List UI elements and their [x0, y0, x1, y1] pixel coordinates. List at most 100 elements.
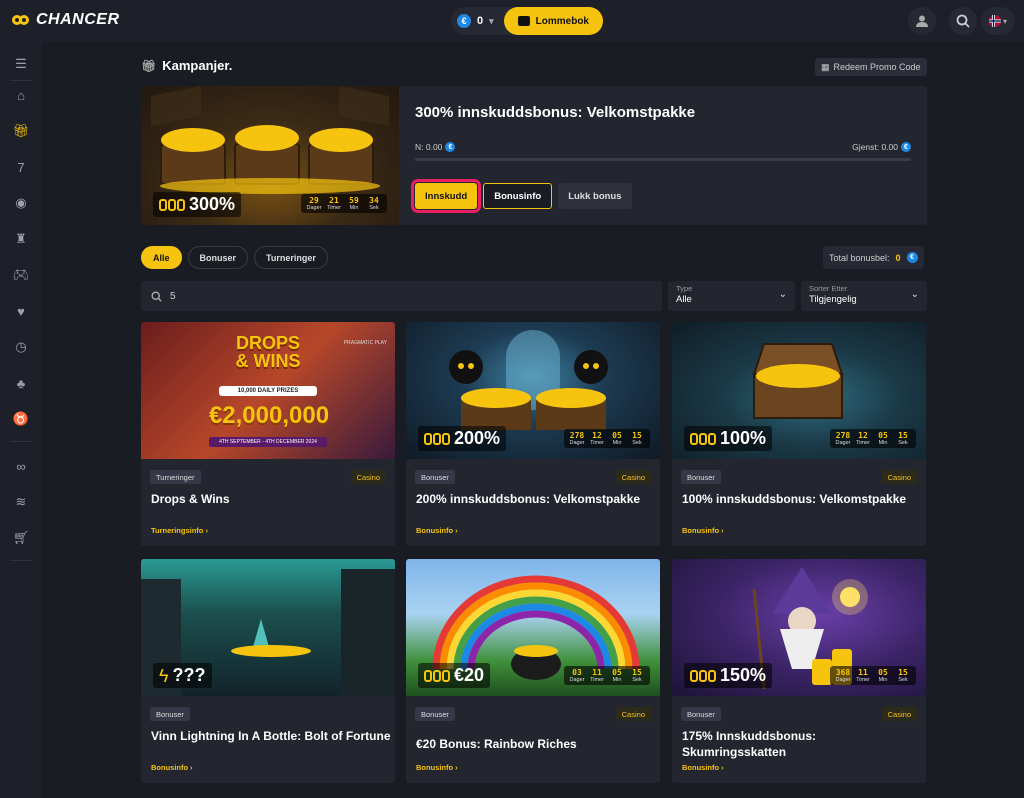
search-field[interactable]: 5 — [141, 281, 662, 311]
promotion-card[interactable]: 150% 368 Dager 11 Timer 05 Min 15 Sek Bonuser Casi… — [672, 559, 926, 783]
bonus-badge: 200% — [418, 426, 507, 451]
promotion-image[interactable]: €20 03 Dager 11 Timer 05 Min 15 Sek — [406, 559, 660, 696]
trophy-icon[interactable]: ♉ — [13, 411, 29, 427]
promotion-title: €20 Bonus: Rainbow Riches — [416, 737, 577, 751]
badge-value: 200% — [454, 428, 501, 448]
timer-label: Timer — [590, 677, 604, 683]
euro-coin-icon: € — [445, 142, 456, 152]
euro-coin-icon: € — [906, 252, 918, 263]
timer-label: Min — [612, 677, 622, 683]
timer-unit: 12 Timer — [854, 431, 872, 446]
promotion-card[interactable]: ϟ??? Bonuser Vinn Lightning In A Bottle: B… — [141, 559, 395, 783]
divider — [10, 80, 32, 81]
promotion-info-link[interactable]: Bonusinfo › — [151, 763, 193, 772]
tab-alle[interactable]: Alle — [141, 246, 182, 269]
table-games-icon[interactable]: ♜ — [13, 231, 29, 247]
filter-tabs: Alle Bonuser Turneringer — [141, 246, 328, 269]
total-value: 0 — [895, 252, 901, 263]
link-icon[interactable]: ∞ — [13, 458, 29, 474]
close-bonus-button[interactable]: Lukk bonus — [558, 183, 632, 209]
search-icon — [151, 290, 162, 302]
timer-value: 05 — [878, 431, 888, 440]
art-prize: €2,000,000 — [208, 402, 330, 429]
promotion-info-link[interactable]: Turneringsinfo › — [151, 526, 208, 535]
wallet-button[interactable]: Lommebok — [503, 7, 603, 35]
promotion-image[interactable]: DROPS & WINS 10,000 DAILY PRIZES €2,000,000… — [141, 322, 395, 459]
promotion-image[interactable]: 100% 278 Dager 12 Timer 05 Min 15 Sek — [672, 322, 926, 459]
language-selector[interactable]: ▾ — [981, 7, 1015, 35]
gamepad-icon[interactable]: 🎮︎ — [13, 267, 30, 283]
cart-icon[interactable]: 🛒︎ — [13, 530, 30, 546]
brand-name: CHANCER — [36, 11, 120, 28]
promotion-card[interactable]: 100% 278 Dager 12 Timer 05 Min 15 Sek Bonuser Casi… — [672, 322, 926, 546]
clock-icon[interactable]: ◷ — [13, 339, 29, 355]
timer-unit: 15 Sek — [894, 668, 912, 683]
hero-title: 300% innskuddsbonus: Velkomstpakke — [415, 104, 696, 121]
timer-label: Sek — [369, 205, 379, 211]
promotion-info-link[interactable]: Bonusinfo › — [682, 763, 724, 772]
promotion-image[interactable]: ϟ??? — [141, 559, 395, 696]
money-bags-icon — [159, 198, 185, 211]
progress-bar — [415, 158, 911, 161]
promotion-card[interactable]: 200% 278 Dager 12 Timer 05 Min 15 Sek Bonuser Casi… — [406, 322, 660, 546]
promotion-title: 200% innskuddsbonus: Velkomstpakke — [416, 492, 641, 506]
home-icon[interactable]: ⌂ — [13, 87, 29, 103]
user-button[interactable] — [908, 7, 936, 35]
timer-value: 15 — [898, 668, 908, 677]
promotion-info-link[interactable]: Bonusinfo › — [416, 526, 458, 535]
slots-seven-icon[interactable]: 7 — [13, 159, 29, 175]
promotion-card[interactable]: €20 03 Dager 11 Timer 05 Min 15 Sek Bonuser Casino… — [406, 559, 660, 783]
sort-select[interactable]: Sorter Etter Tilgjengelig ⌄ — [801, 281, 927, 311]
remaining-label: Gjenst: 0.00 — [852, 142, 898, 152]
promotion-info-link[interactable]: Bonusinfo › — [682, 526, 724, 535]
search-icon — [956, 14, 970, 28]
countdown: 03 Dager 11 Timer 05 Min 15 Sek — [564, 666, 650, 685]
menu-icon[interactable]: ☰ — [13, 56, 29, 72]
category-tag: Casino — [881, 470, 917, 484]
redeem-promo-button[interactable]: ▦ Redeem Promo Code — [815, 58, 927, 76]
tab-turneringer[interactable]: Turneringer — [254, 246, 328, 269]
timer-label: Timer — [856, 440, 870, 446]
gift-icon[interactable]: 🎁︎ — [13, 123, 30, 139]
search-input[interactable]: 5 — [170, 291, 176, 302]
timer-label: Min — [878, 677, 888, 683]
promotion-meta: Bonuser Casino 200% innskuddsbonus: Velkom… — [406, 459, 660, 546]
live-casino-icon[interactable]: ◉ — [13, 195, 29, 211]
type-select[interactable]: Type Alle ⌄ — [668, 281, 795, 311]
promotion-image[interactable]: 150% 368 Dager 11 Timer 05 Min 15 Sek — [672, 559, 926, 696]
wallet-button-label: Lommebok — [535, 15, 589, 27]
category-tag: Casino — [350, 470, 386, 484]
money-bags-icon — [424, 432, 450, 445]
timer-label: Dager — [569, 677, 585, 683]
type-tag: Bonuser — [681, 470, 721, 484]
chancer-logo[interactable]: CHANCER — [12, 11, 120, 29]
currency-selector[interactable]: € 0 ▾ — [451, 14, 504, 28]
timer-label: Dager — [835, 440, 851, 446]
search-button[interactable] — [949, 7, 977, 35]
sort-select-value: Tilgjengelig — [809, 294, 857, 305]
timer-value: 15 — [632, 668, 642, 677]
promotion-title: 175% Innskuddsbonus: Skumringsskatten — [682, 729, 817, 759]
cards-icon[interactable]: ♣ — [13, 375, 29, 391]
divider — [10, 560, 32, 561]
timer-value: 11 — [858, 668, 868, 677]
category-tag: Casino — [881, 707, 917, 721]
timer-minutes: 59 — [349, 196, 359, 205]
promotion-card[interactable]: DROPS & WINS 10,000 DAILY PRIZES €2,000,000… — [141, 322, 395, 546]
promotion-meta: Turneringer Casino Drops & Wins Turneringsi… — [141, 459, 395, 546]
promotion-meta: Bonuser Vinn Lightning In A Bottle: Bolt … — [141, 696, 395, 783]
bonus-badge: ϟ??? — [153, 663, 212, 688]
promotion-meta: Bonuser Casino 100% innskuddsbonus: Velkom… — [672, 459, 926, 546]
heart-icon[interactable]: ♥ — [13, 303, 29, 319]
top-bar: CHANCER € 0 ▾ Lommebok ▾ — [0, 0, 1024, 42]
badge-value: 100% — [720, 428, 767, 448]
coin-stack-icon[interactable]: ≋ — [13, 494, 29, 510]
timer-label: Dager — [835, 677, 851, 683]
chevron-down-icon: ▾ — [1002, 16, 1007, 26]
tab-bonuser[interactable]: Bonuser — [187, 246, 249, 269]
deposit-button[interactable]: Innskudd — [410, 179, 482, 213]
timer-seconds: 34 — [369, 196, 379, 205]
promotion-image[interactable]: 200% 278 Dager 12 Timer 05 Min 15 Sek — [406, 322, 660, 459]
promotion-info-link[interactable]: Bonusinfo › — [416, 763, 458, 772]
bonus-info-button[interactable]: Bonusinfo — [483, 183, 553, 209]
